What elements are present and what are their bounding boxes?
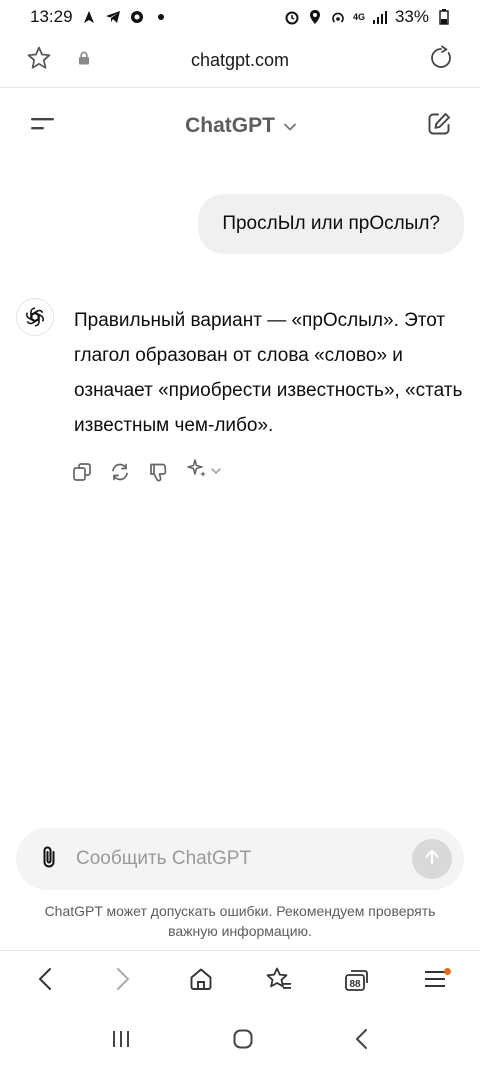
chevron-right-icon: [115, 966, 131, 997]
reload-icon[interactable]: [428, 45, 454, 76]
location-icon: [307, 9, 323, 25]
more-notifications-dot-icon: [153, 9, 169, 25]
battery-percent: 33%: [394, 7, 429, 26]
url-left: [26, 45, 90, 76]
network-type: 4G: [352, 11, 365, 22]
gear-badge-icon: [129, 9, 145, 25]
system-navigation-bar: [0, 1012, 480, 1070]
new-chat-icon[interactable]: [426, 111, 452, 142]
notification-dot: [444, 967, 451, 975]
status-bar: 13:29 4G 33%: [0, 0, 480, 34]
chat-header: ChatGPT: [0, 100, 480, 152]
message-actions: [72, 458, 222, 485]
copy-icon[interactable]: [72, 461, 92, 483]
battery-icon: [436, 9, 452, 25]
assistant-message: Правильный вариант — «прОслыл». Этот гла…: [16, 298, 472, 443]
bookmarks-star-list-icon: [265, 966, 293, 997]
tabs-icon: 88: [343, 966, 371, 997]
model-selector[interactable]: ChatGPT: [185, 114, 297, 138]
regenerate-icon[interactable]: [110, 461, 130, 483]
lock-icon[interactable]: [78, 51, 90, 70]
telegram-icon: [105, 9, 121, 25]
attach-paperclip-icon[interactable]: [38, 844, 60, 875]
home-icon: [188, 966, 214, 997]
menu-icon[interactable]: [30, 114, 56, 139]
navigation-arrow-icon: [81, 9, 97, 25]
browser-toolbar: 88: [0, 950, 480, 1012]
home-circle-icon[interactable]: [232, 1028, 254, 1055]
chatgpt-logo-icon: [16, 298, 54, 336]
browser-url-bar: chatgpt.com: [0, 34, 480, 88]
model-name: ChatGPT: [185, 114, 275, 137]
bookmark-star-icon[interactable]: [26, 45, 52, 76]
back-button[interactable]: [25, 962, 65, 1002]
status-time: 13:29: [30, 7, 73, 26]
disclaimer-text: ChatGPT может допускать ошибки. Рекоменд…: [44, 903, 436, 939]
model-switch-button[interactable]: [186, 458, 222, 485]
status-left: 13:29: [30, 7, 169, 27]
send-button[interactable]: [412, 839, 452, 879]
tabs-button[interactable]: 88: [337, 962, 377, 1002]
status-right: 4G 33%: [284, 7, 452, 27]
user-message-text: ПрослЫл или прОслыл?: [222, 213, 440, 234]
hotspot-icon: [330, 9, 346, 25]
svg-text:88: 88: [349, 979, 361, 990]
chevron-down-icon: [283, 114, 297, 138]
recent-apps-icon[interactable]: [110, 1028, 132, 1055]
browser-menu-button[interactable]: [415, 962, 455, 1002]
chevron-down-icon: [210, 463, 222, 481]
arrow-up-icon: [422, 847, 442, 872]
url-text[interactable]: chatgpt.com: [191, 50, 289, 70]
sparkle-icon: [186, 458, 208, 485]
bookmarks-button[interactable]: [259, 962, 299, 1002]
chevron-left-icon: [37, 966, 53, 997]
message-input[interactable]: [76, 848, 412, 870]
thumbs-down-icon[interactable]: [148, 461, 168, 483]
user-message-bubble: ПрослЫл или прОслыл?: [198, 194, 464, 254]
assistant-message-text: Правильный вариант — «прОслыл». Этот гла…: [74, 310, 463, 436]
alarm-icon: [284, 9, 300, 25]
forward-button[interactable]: [103, 962, 143, 1002]
message-composer: [16, 828, 464, 890]
system-back-icon[interactable]: [354, 1028, 370, 1055]
signal-icon: [372, 9, 388, 25]
home-button[interactable]: [181, 962, 221, 1002]
